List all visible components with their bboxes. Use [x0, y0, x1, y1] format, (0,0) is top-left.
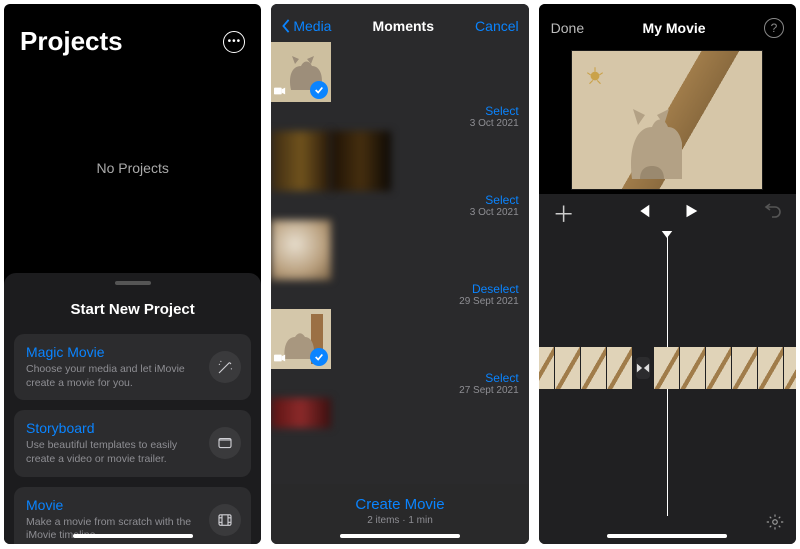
selection-summary: 2 items · 1 min: [271, 515, 528, 526]
media-picker-screen: Media Moments Cancel Select 3 Oc: [271, 4, 528, 544]
transport-bar: ＋: [539, 194, 796, 231]
moment-group: Select 3 Oct 2021: [271, 131, 528, 220]
media-thumb[interactable]: [271, 131, 331, 191]
projects-screen: Projects ••• No Projects Start New Proje…: [4, 4, 261, 544]
select-link[interactable]: Select: [485, 104, 518, 118]
home-indicator[interactable]: [73, 534, 193, 538]
sheet-grabber[interactable]: [115, 281, 151, 285]
moment-date: 3 Oct 2021: [470, 207, 519, 218]
home-indicator[interactable]: [340, 534, 460, 538]
option-title: Magic Movie: [26, 344, 205, 360]
moment-date: 29 Sept 2021: [459, 296, 519, 307]
video-icon: [274, 85, 286, 99]
preview-frame: [571, 50, 763, 190]
option-subtitle: Make a movie from scratch with the iMovi…: [26, 516, 205, 543]
film-icon: [209, 504, 241, 536]
done-button[interactable]: Done: [551, 20, 584, 36]
storyboard-icon: [209, 427, 241, 459]
back-media-button[interactable]: Media: [281, 18, 331, 34]
picker-title: Moments: [373, 18, 434, 34]
option-magic-movie[interactable]: Magic Movie Choose your media and let iM…: [14, 334, 251, 400]
media-thumb[interactable]: [271, 220, 331, 280]
moment-group: Deselect 29 Sept 2021: [271, 220, 528, 309]
chevron-left-icon: [281, 19, 291, 33]
clip[interactable]: [539, 347, 632, 389]
home-indicator[interactable]: [607, 534, 727, 538]
clip[interactable]: [654, 347, 796, 389]
help-button[interactable]: ?: [764, 18, 784, 38]
media-thumb[interactable]: [331, 131, 391, 191]
settings-button[interactable]: [766, 513, 784, 534]
moment-date: 27 Sept 2021: [459, 385, 519, 396]
moment-date: 3 Oct 2021: [470, 118, 519, 129]
preview-viewer[interactable]: [539, 46, 796, 194]
add-media-button[interactable]: ＋: [553, 197, 575, 229]
editor-header: Done My Movie ?: [539, 4, 796, 46]
moment-group: Select 27 Sept 2021: [271, 309, 528, 398]
sheet-title: Start New Project: [14, 301, 251, 318]
timeline[interactable]: [539, 231, 796, 544]
option-title: Movie: [26, 497, 205, 513]
skip-start-button[interactable]: [634, 202, 652, 223]
option-subtitle: Use beautiful templates to easily create…: [26, 439, 205, 466]
cancel-button[interactable]: Cancel: [475, 18, 519, 34]
preview-cat: [622, 91, 682, 181]
back-label: Media: [293, 18, 331, 34]
option-storyboard[interactable]: Storyboard Use beautiful templates to ea…: [14, 410, 251, 476]
cat-toy: [584, 65, 606, 87]
moments-list[interactable]: Select 3 Oct 2021 Select 3 Oct 2021 Dese…: [271, 42, 528, 484]
projects-title: Projects: [20, 26, 123, 57]
option-title: Storyboard: [26, 420, 205, 436]
undo-button[interactable]: [762, 201, 782, 224]
projects-header: Projects •••: [4, 4, 261, 63]
movie-title: My Movie: [643, 20, 706, 36]
select-link[interactable]: Select: [485, 371, 518, 385]
create-movie-button[interactable]: Create Movie: [271, 496, 528, 513]
media-thumb[interactable]: [271, 398, 331, 428]
new-project-sheet: Start New Project Magic Movie Choose you…: [4, 273, 261, 544]
more-button[interactable]: •••: [223, 31, 245, 53]
no-projects-label: No Projects: [4, 63, 261, 273]
deselect-link[interactable]: Deselect: [472, 282, 519, 296]
transition-button[interactable]: [636, 357, 650, 379]
media-thumb[interactable]: [271, 42, 331, 102]
wand-icon: [209, 351, 241, 383]
moment-group: [271, 398, 528, 428]
media-thumb[interactable]: [271, 309, 331, 369]
editor-screen: Done My Movie ? ＋: [539, 4, 796, 544]
video-icon: [274, 352, 286, 366]
play-button[interactable]: [682, 202, 700, 223]
select-link[interactable]: Select: [485, 193, 518, 207]
moment-group: Select 3 Oct 2021: [271, 42, 528, 131]
picker-header: Media Moments Cancel: [271, 4, 528, 42]
clip-track: [539, 347, 796, 389]
option-subtitle: Choose your media and let iMovie create …: [26, 363, 205, 390]
